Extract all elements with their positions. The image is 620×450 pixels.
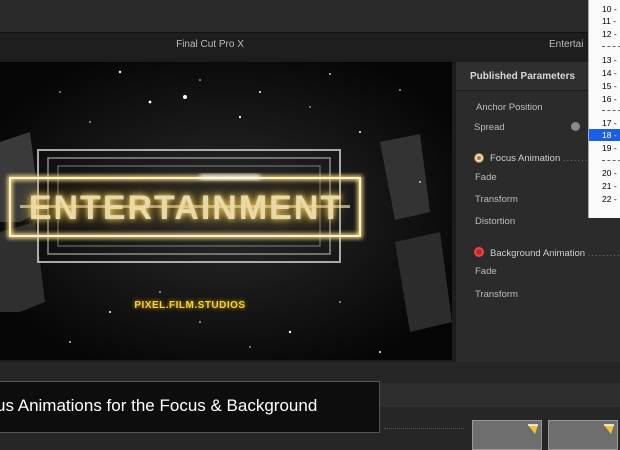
timeline-ruler xyxy=(384,428,464,435)
app-title: Final Cut Pro X xyxy=(176,39,244,50)
focus-distortion-param[interactable]: Distortion xyxy=(475,216,515,227)
dropdown-item[interactable]: 16 - xyxy=(589,93,620,105)
dropdown-item[interactable]: 14 - xyxy=(589,67,620,79)
bg-fade-param[interactable]: Fade xyxy=(475,266,497,277)
inspector-title: Entertai xyxy=(549,39,584,50)
title-text-entertainment: ENTERTAINMENT xyxy=(28,189,344,227)
focus-fade-param[interactable]: Fade xyxy=(475,172,497,183)
dropdown-item[interactable]: 11 - xyxy=(589,15,620,27)
background-animation-group[interactable]: Background Animation ......... xyxy=(490,248,620,259)
anchor-position-label: Anchor Position xyxy=(476,102,543,113)
dropdown-item[interactable]: 10 - xyxy=(589,3,620,15)
dropdown-item-selected[interactable]: 18 - xyxy=(589,129,620,141)
browser-thumbnail-1[interactable] xyxy=(472,420,542,450)
background-animation-label: Background Animation xyxy=(490,248,586,259)
focus-icon-center xyxy=(477,156,481,160)
published-parameters-label: Published Parameters xyxy=(470,71,576,82)
brand-text: PIXEL.FILM.STUDIOS xyxy=(134,300,246,311)
dropdown-separator xyxy=(602,160,620,162)
background-dots: ......... xyxy=(587,248,620,259)
bg-transform-param[interactable]: Transform xyxy=(475,289,518,300)
clapper-icon xyxy=(528,424,538,434)
spread-slider-knob[interactable] xyxy=(571,122,580,131)
clapper-icon xyxy=(604,424,614,434)
browser-thumbnail-2[interactable] xyxy=(548,420,618,450)
background-animation-icon xyxy=(474,247,484,257)
spread-label: Spread xyxy=(474,122,505,133)
caption-text: us Animations for the Focus & Background xyxy=(0,396,318,415)
dropdown-separator xyxy=(602,110,620,112)
dropdown-item[interactable]: 19 - xyxy=(589,142,620,154)
focus-animation-group[interactable]: Focus Animation ........ xyxy=(490,153,592,164)
dropdown-item[interactable]: 13 - xyxy=(589,54,620,66)
top-strip xyxy=(0,0,620,33)
light-flare xyxy=(200,174,260,180)
dropdown-item[interactable]: 15 - xyxy=(589,80,620,92)
dropdown-separator xyxy=(602,46,620,48)
dropdown-item[interactable]: 21 - xyxy=(589,180,620,192)
focus-transform-param[interactable]: Transform xyxy=(475,194,518,205)
dropdown-item[interactable]: 12 - xyxy=(589,28,620,40)
dropdown-item[interactable]: 20 - xyxy=(589,167,620,179)
dropdown-item[interactable]: 22 - xyxy=(589,193,620,205)
dropdown-item[interactable]: 17 - xyxy=(589,117,620,129)
number-dropdown-menu[interactable]: 10 - 11 - 12 - 13 - 14 - 15 - 16 - 17 - … xyxy=(588,0,620,218)
focus-animation-label: Focus Animation xyxy=(490,153,561,164)
